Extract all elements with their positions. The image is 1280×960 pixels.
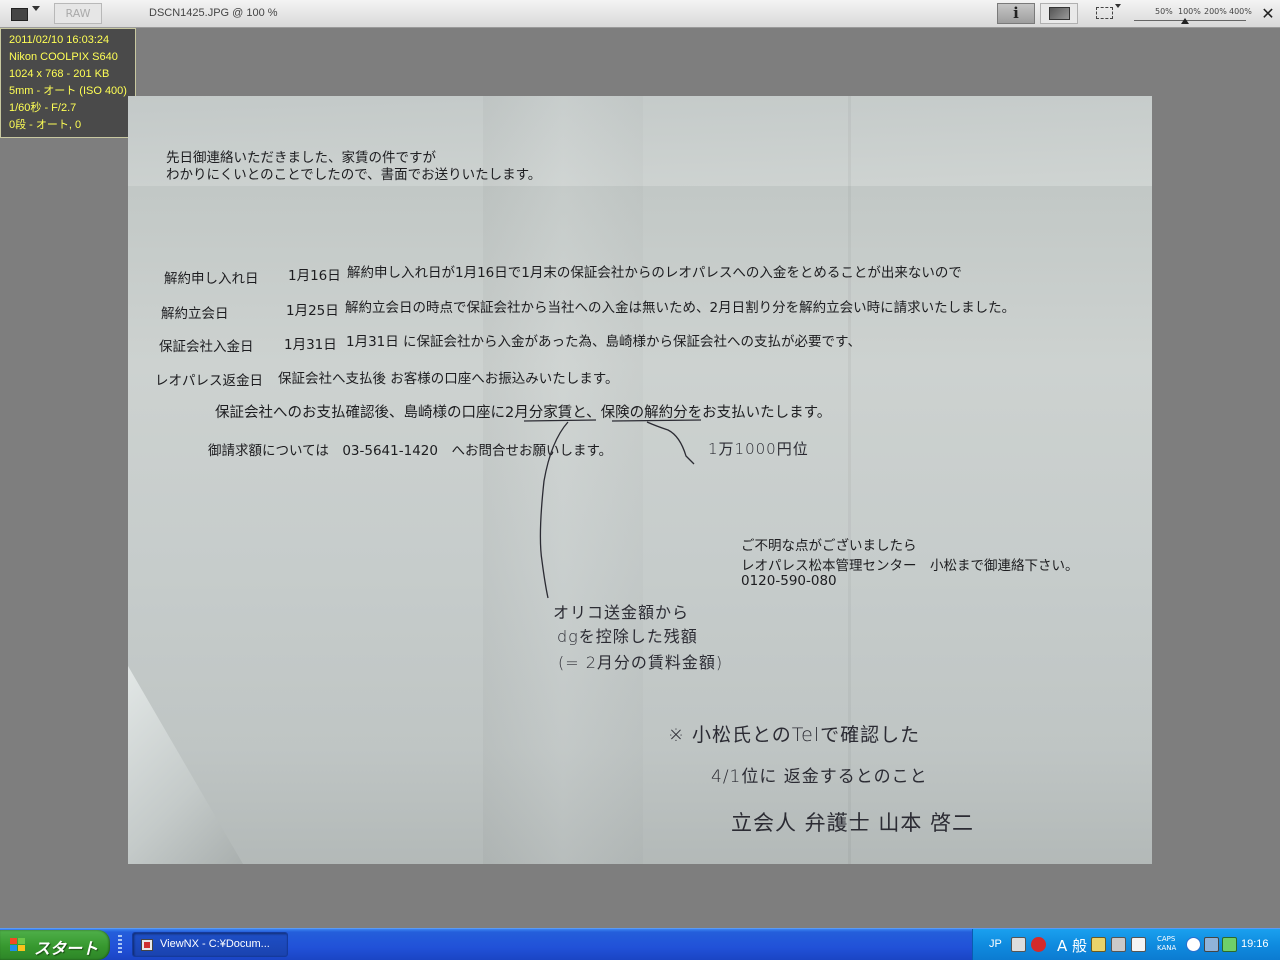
clock[interactable]: 19:16: [1241, 938, 1269, 950]
info-focal-iso: 5mm - オート (ISO 400): [9, 85, 127, 97]
handwritten-confirm-line-2: 4/1位に 返金するとのこと: [711, 767, 928, 787]
info-ev-wb: 0段 - オート, 0: [9, 119, 82, 131]
close-icon: ✕: [1261, 4, 1275, 23]
taskbar-item-label: ViewNX - C:¥Docum...: [160, 938, 270, 950]
info-camera: Nikon COOLPIX S640: [9, 51, 118, 63]
image-info-panel: 2011/02/10 16:03:24 Nikon COOLPIX S640 1…: [0, 28, 136, 138]
handwritten-amount-note: 1万1000円位: [708, 440, 809, 458]
photo-canvas[interactable]: 先日御連絡いただきました、家賃の件ですが わかりにくいとのことでしたので、書面で…: [128, 96, 1152, 864]
system-tray: JP A 般 CAPS KANA 19:16: [972, 929, 1280, 960]
zoom-label-100: 100%: [1178, 7, 1201, 16]
view-mode-menu-button[interactable]: [6, 3, 40, 24]
fit-screen-button[interactable]: [1092, 3, 1121, 24]
underline-feb-rent: [523, 419, 597, 422]
insurance-brace: [646, 421, 695, 465]
zoom-label-50: 50%: [1155, 7, 1173, 16]
raw-button[interactable]: RAW: [54, 3, 102, 24]
zoom-slider[interactable]: 50% 100% 200% 400%: [1126, 3, 1252, 25]
taskbar-grip[interactable]: [118, 935, 122, 955]
caps-label: CAPS: [1157, 935, 1176, 943]
windows-logo-icon: [10, 938, 26, 952]
viewer-toolbar: RAW DSCN1425.JPG @ 100 % i 50% 100% 200%…: [0, 0, 1280, 28]
close-button[interactable]: ✕: [1258, 4, 1278, 24]
info-exposure: 1/60秒 - F/2.7: [9, 102, 77, 114]
handwritten-deduction-line-1: オリコ送金額から: [553, 603, 690, 622]
zoom-label-400: 400%: [1229, 7, 1252, 16]
handwritten-deduction-line-3: (= 2月分の賃料金額): [558, 653, 724, 672]
zoom-track[interactable]: [1134, 20, 1246, 21]
ime-mode-indicator[interactable]: A 般: [1057, 935, 1087, 956]
histogram-button[interactable]: [1040, 3, 1078, 24]
dropdown-arrow-icon: [32, 6, 40, 11]
tray-expand-chevron-icon[interactable]: [1186, 937, 1201, 952]
info-toggle-button[interactable]: i: [997, 3, 1035, 24]
fit-screen-icon: [1096, 7, 1113, 19]
viewnx-app-icon: [141, 939, 153, 951]
ime-dictionary-icon[interactable]: [1111, 937, 1126, 952]
leader-line: [539, 421, 569, 599]
kana-label: KANA: [1157, 944, 1177, 952]
underline-insurance: [611, 419, 702, 422]
caps-kana-indicator: CAPS KANA: [1157, 935, 1176, 953]
histogram-icon: [1049, 7, 1070, 20]
ime-pad-icon[interactable]: [1091, 937, 1106, 952]
start-label: スタート: [34, 939, 99, 958]
language-indicator[interactable]: JP: [989, 938, 1002, 950]
file-title: DSCN1425.JPG @ 100 %: [149, 7, 278, 19]
info-size: 1024 x 768 - 201 KB: [9, 68, 110, 80]
help-icon[interactable]: [1131, 937, 1146, 952]
handwritten-confirm-line-1: ※ 小松氏とのTelで確認した: [668, 724, 921, 746]
network-icon[interactable]: [1204, 937, 1219, 952]
dropdown-arrow-icon: [1115, 4, 1121, 8]
windows-taskbar: スタート ViewNX - C:¥Docum... JP A 般 CAPS KA…: [0, 928, 1280, 960]
handwritten-deduction-line-2: dgを控除した残額: [557, 627, 698, 646]
messenger-icon[interactable]: [1222, 937, 1237, 952]
ime-toolbar-icon[interactable]: [1031, 937, 1046, 952]
keyboard-icon[interactable]: [1011, 937, 1026, 952]
zoom-label-200: 200%: [1204, 7, 1227, 16]
info-icon: i: [1013, 4, 1019, 22]
start-button[interactable]: スタート: [0, 930, 110, 960]
taskbar-item-viewnx[interactable]: ViewNX - C:¥Docum...: [132, 932, 288, 957]
zoom-thumb[interactable]: [1181, 18, 1189, 24]
handwritten-strokes: [523, 419, 702, 599]
info-datetime: 2011/02/10 16:03:24: [9, 34, 110, 46]
view-mode-icon: [11, 8, 28, 21]
handwritten-signature-line: 立会人 弁護士 山本 啓二: [731, 811, 975, 835]
